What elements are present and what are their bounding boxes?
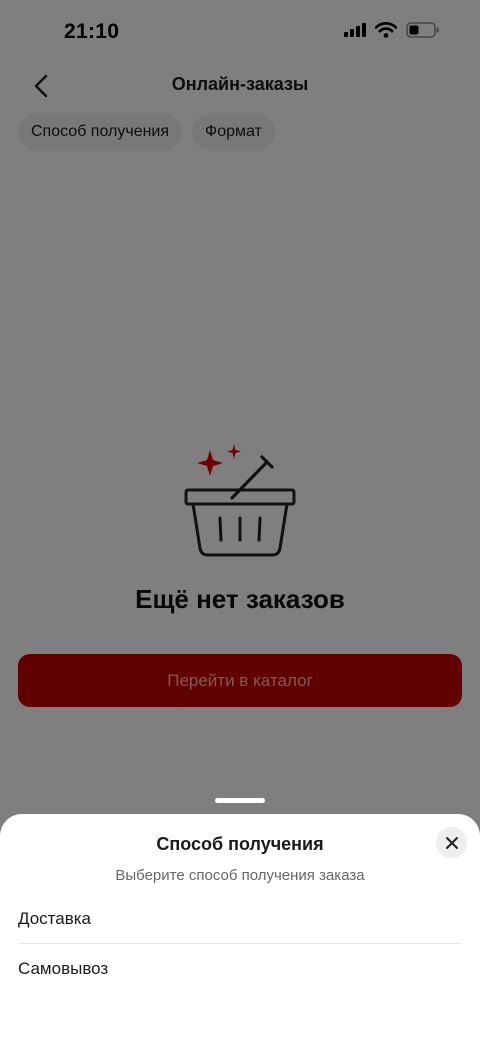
option-delivery[interactable]: Доставка <box>18 894 462 944</box>
close-icon <box>445 836 458 849</box>
sheet-subtitle: Выберите способ получения заказа <box>115 867 365 884</box>
close-button[interactable] <box>436 827 467 858</box>
delivery-method-sheet: Способ получения Выберите способ получен… <box>0 814 480 1041</box>
sheet-title: Способ получения <box>156 834 324 854</box>
sheet-drag-handle[interactable] <box>215 798 265 803</box>
option-pickup[interactable]: Самовывоз <box>18 944 462 994</box>
